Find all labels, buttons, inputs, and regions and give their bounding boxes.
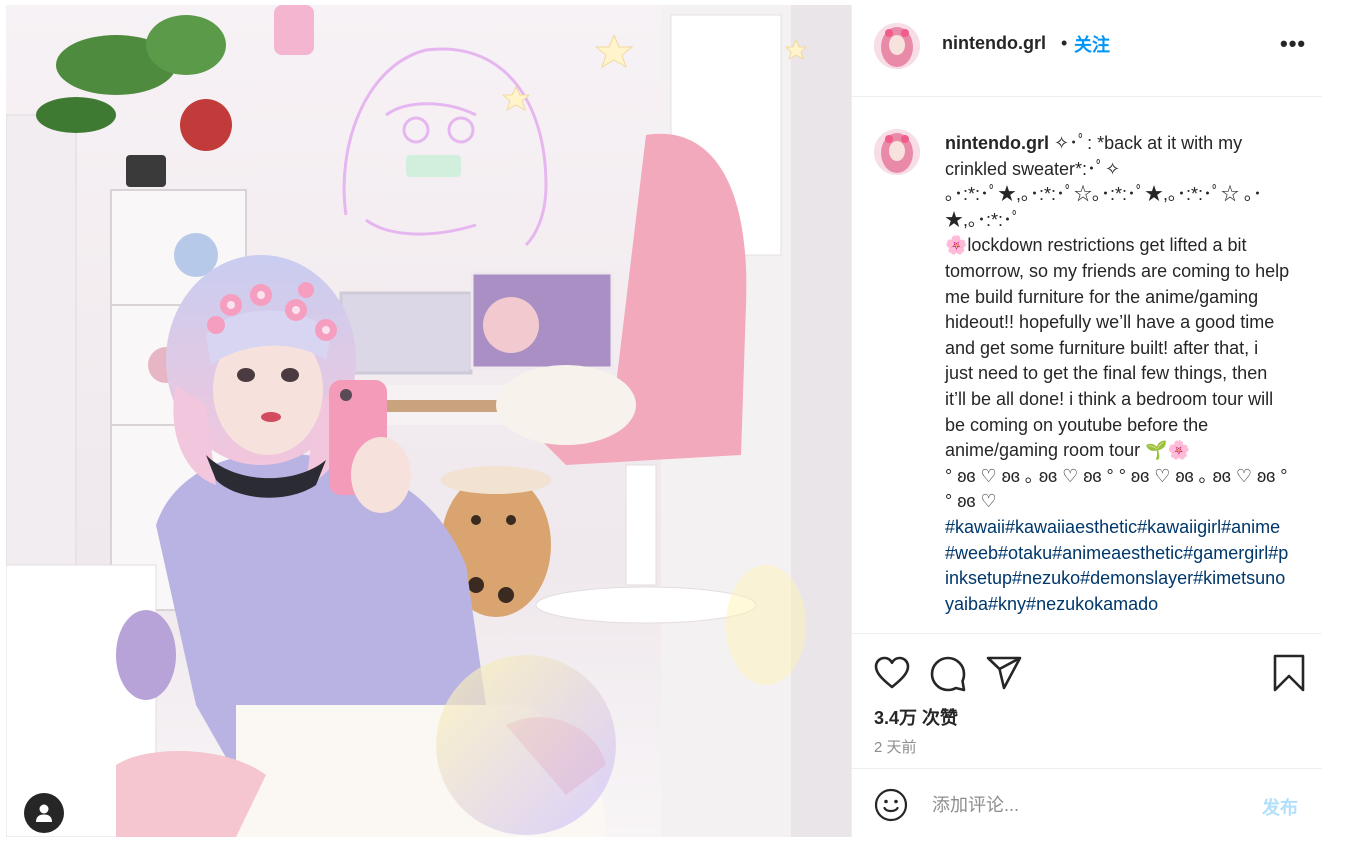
header-username[interactable]: nintendo.grl: [942, 33, 1046, 54]
bookmark-icon[interactable]: [1272, 654, 1306, 692]
caption-text: nintendo.grl ✧･ﾟ: *back at it with my cr…: [945, 131, 1290, 617]
caption-avatar[interactable]: [874, 129, 920, 175]
header-separator: •: [1061, 33, 1068, 53]
photo-illustration: [6, 5, 851, 837]
post-photo[interactable]: [6, 5, 851, 837]
user-tag-icon: [36, 804, 52, 822]
comment-input[interactable]: [930, 786, 1254, 824]
avatar[interactable]: [874, 23, 920, 69]
likes-count[interactable]: 3.4万 次赞: [874, 704, 958, 730]
avatar-image: [874, 129, 920, 175]
heart-icon[interactable]: [874, 656, 910, 690]
follow-button[interactable]: 关注: [1074, 31, 1110, 57]
post-actions: 3.4万 次赞 2 天前: [852, 633, 1322, 769]
user-tag-button[interactable]: [24, 793, 64, 833]
caption-hashtags[interactable]: #kawaii#kawaiiaesthetic#kawaiigirl#anime…: [945, 517, 1288, 614]
more-options-icon[interactable]: •••: [1280, 31, 1306, 57]
caption-username[interactable]: nintendo.grl: [945, 133, 1049, 153]
caption-scroll-area[interactable]: nintendo.grl ✧･ﾟ: *back at it with my cr…: [852, 97, 1322, 633]
caption-body: ✧･ﾟ: *back at it with my crinkled sweate…: [945, 133, 1290, 512]
post-side-panel: nintendo.grl • 关注 ••• nintendo.grl ✧･ﾟ: …: [851, 5, 1322, 837]
paper-plane-icon[interactable]: [986, 656, 1022, 690]
post-timestamp[interactable]: 2 天前: [874, 736, 917, 757]
comment-bubble-icon[interactable]: [930, 656, 966, 692]
post-comment-button[interactable]: 发布: [1262, 794, 1298, 820]
smiley-icon[interactable]: [874, 788, 908, 822]
post-header: nintendo.grl • 关注 •••: [852, 5, 1322, 97]
comment-composer: 发布: [852, 768, 1322, 837]
avatar-image: [874, 23, 920, 69]
